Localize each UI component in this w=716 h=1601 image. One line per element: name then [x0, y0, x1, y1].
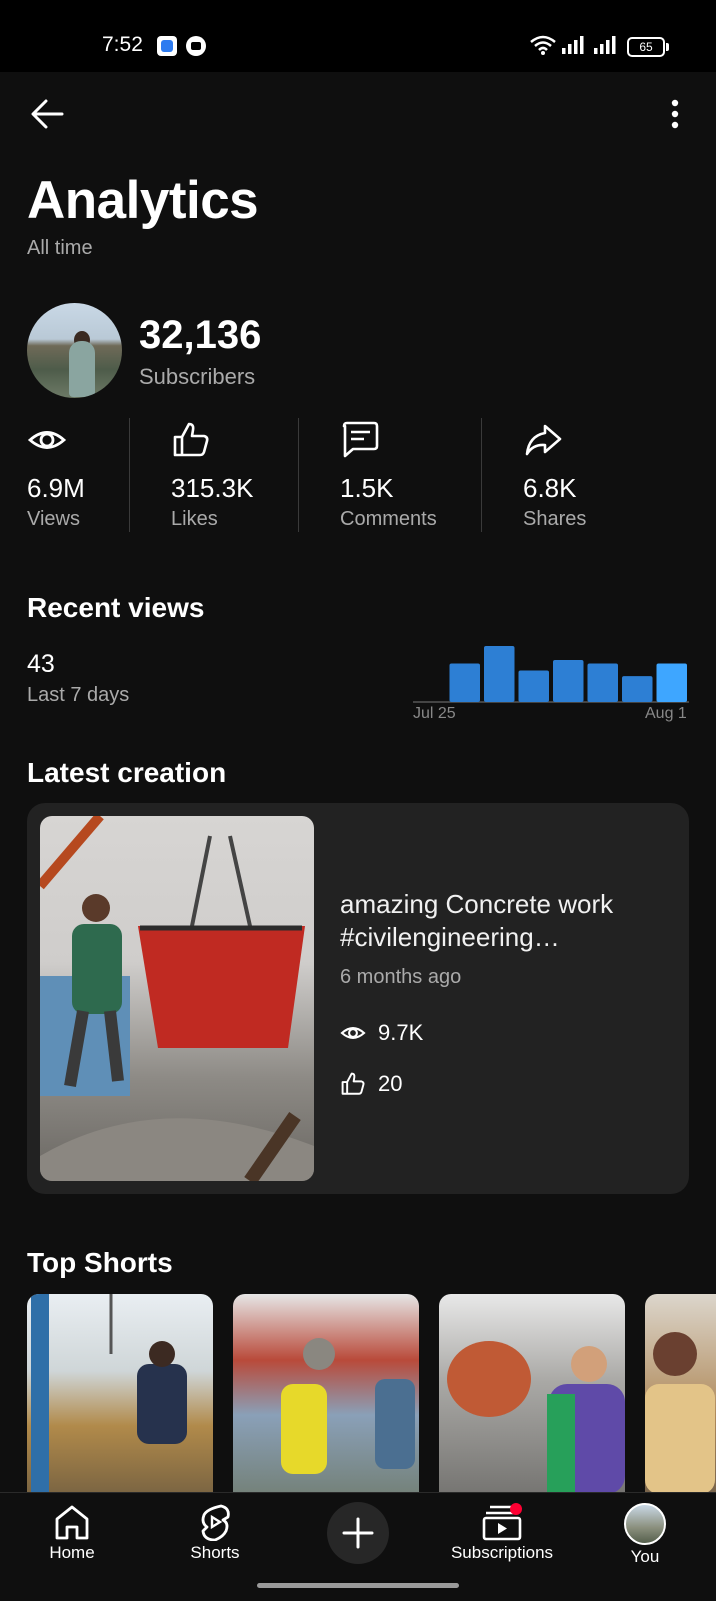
notification-app-icon [157, 36, 177, 56]
comments-value: 1.5K [340, 473, 394, 503]
chart-bar [553, 660, 584, 702]
signal-icon-2 [594, 36, 616, 54]
eye-icon [340, 1027, 366, 1039]
latest-video-likes-value: 20 [378, 1071, 403, 1096]
stat-likes: 315.3K Likes [171, 420, 253, 530]
eye-icon [27, 431, 67, 449]
subscriber-label: Subscribers [139, 364, 256, 389]
chart-bar [622, 676, 653, 702]
latest-video-thumbnail[interactable] [40, 816, 314, 1181]
nav-home[interactable]: Home [17, 1503, 127, 1563]
latest-video-likes: 20 [340, 1071, 402, 1097]
chart-bar [587, 663, 618, 702]
likes-label: Likes [171, 508, 218, 530]
chart-bar [518, 670, 549, 702]
period-subtitle: All time [27, 237, 93, 259]
latest-video-age: 6 months ago [340, 966, 462, 988]
shorts-icon [201, 1504, 230, 1541]
latest-video-views-value: 9.7K [378, 1020, 424, 1045]
share-icon [525, 424, 562, 456]
nav-subscriptions[interactable]: Subscriptions [446, 1503, 558, 1563]
latest-video-title[interactable]: amazing Concrete work #civilengineering … [340, 888, 670, 954]
stat-comments: 1.5K Comments [340, 420, 437, 530]
chart-bar [484, 646, 515, 702]
home-icon [55, 1505, 89, 1540]
recent-views-heading: Recent views [27, 592, 205, 623]
gesture-bar [257, 1583, 459, 1588]
subscriber-count: 32,136 [139, 313, 262, 357]
short-thumbnail[interactable] [233, 1294, 419, 1514]
comment-icon [342, 421, 379, 458]
subscriptions-icon [482, 1503, 522, 1541]
views-value: 6.9M [27, 473, 85, 503]
stat-shares: 6.8K Shares [523, 420, 586, 530]
latest-video-views: 9.7K [340, 1020, 423, 1046]
short-thumbnail[interactable] [439, 1294, 625, 1514]
status-bar: 7:52 65 [0, 0, 716, 72]
stat-divider [129, 418, 130, 532]
recent-views-period: Last 7 days [27, 684, 130, 706]
views-label: Views [27, 508, 80, 530]
stat-divider [481, 418, 482, 532]
likes-value: 315.3K [171, 473, 254, 503]
nav-subscriptions-label: Subscriptions [450, 1543, 554, 1562]
status-time: 7:52 [102, 33, 143, 56]
plus-icon [342, 1517, 374, 1549]
shares-label: Shares [523, 508, 587, 530]
create-button[interactable] [327, 1502, 389, 1564]
recent-views-value: 43 [27, 650, 55, 678]
back-arrow-icon[interactable] [28, 96, 68, 132]
short-thumbnail[interactable] [27, 1294, 213, 1514]
wifi-icon [530, 35, 556, 55]
battery-icon: 65 [627, 37, 669, 57]
short-thumbnail[interactable] [645, 1294, 716, 1514]
signal-icon-1 [562, 36, 584, 54]
nav-shorts[interactable]: Shorts [160, 1503, 270, 1563]
page-title: Analytics [27, 171, 259, 230]
top-shorts-heading: Top Shorts [27, 1247, 173, 1278]
chart-bar [449, 663, 480, 702]
more-options-icon[interactable] [665, 98, 685, 132]
nav-you[interactable]: You [590, 1503, 700, 1567]
chart-bar [656, 663, 687, 702]
nav-shorts-label: Shorts [190, 1543, 240, 1562]
stat-views: 6.9M Views [27, 420, 85, 530]
x-tick-start: Jul 25 [413, 705, 456, 722]
x-tick-end: Aug 1 [645, 705, 687, 722]
stat-divider [298, 418, 299, 532]
thumbs-up-icon [173, 422, 209, 457]
latest-creation-heading: Latest creation [27, 757, 227, 788]
shares-value: 6.8K [523, 473, 577, 503]
thumbs-up-icon [341, 1072, 365, 1095]
notification-youtube-icon [186, 36, 206, 56]
channel-avatar [27, 303, 122, 398]
notification-dot [510, 1503, 522, 1515]
nav-you-label: You [630, 1547, 660, 1566]
profile-avatar [624, 1503, 666, 1545]
comments-label: Comments [340, 508, 437, 530]
nav-home-label: Home [49, 1543, 95, 1562]
